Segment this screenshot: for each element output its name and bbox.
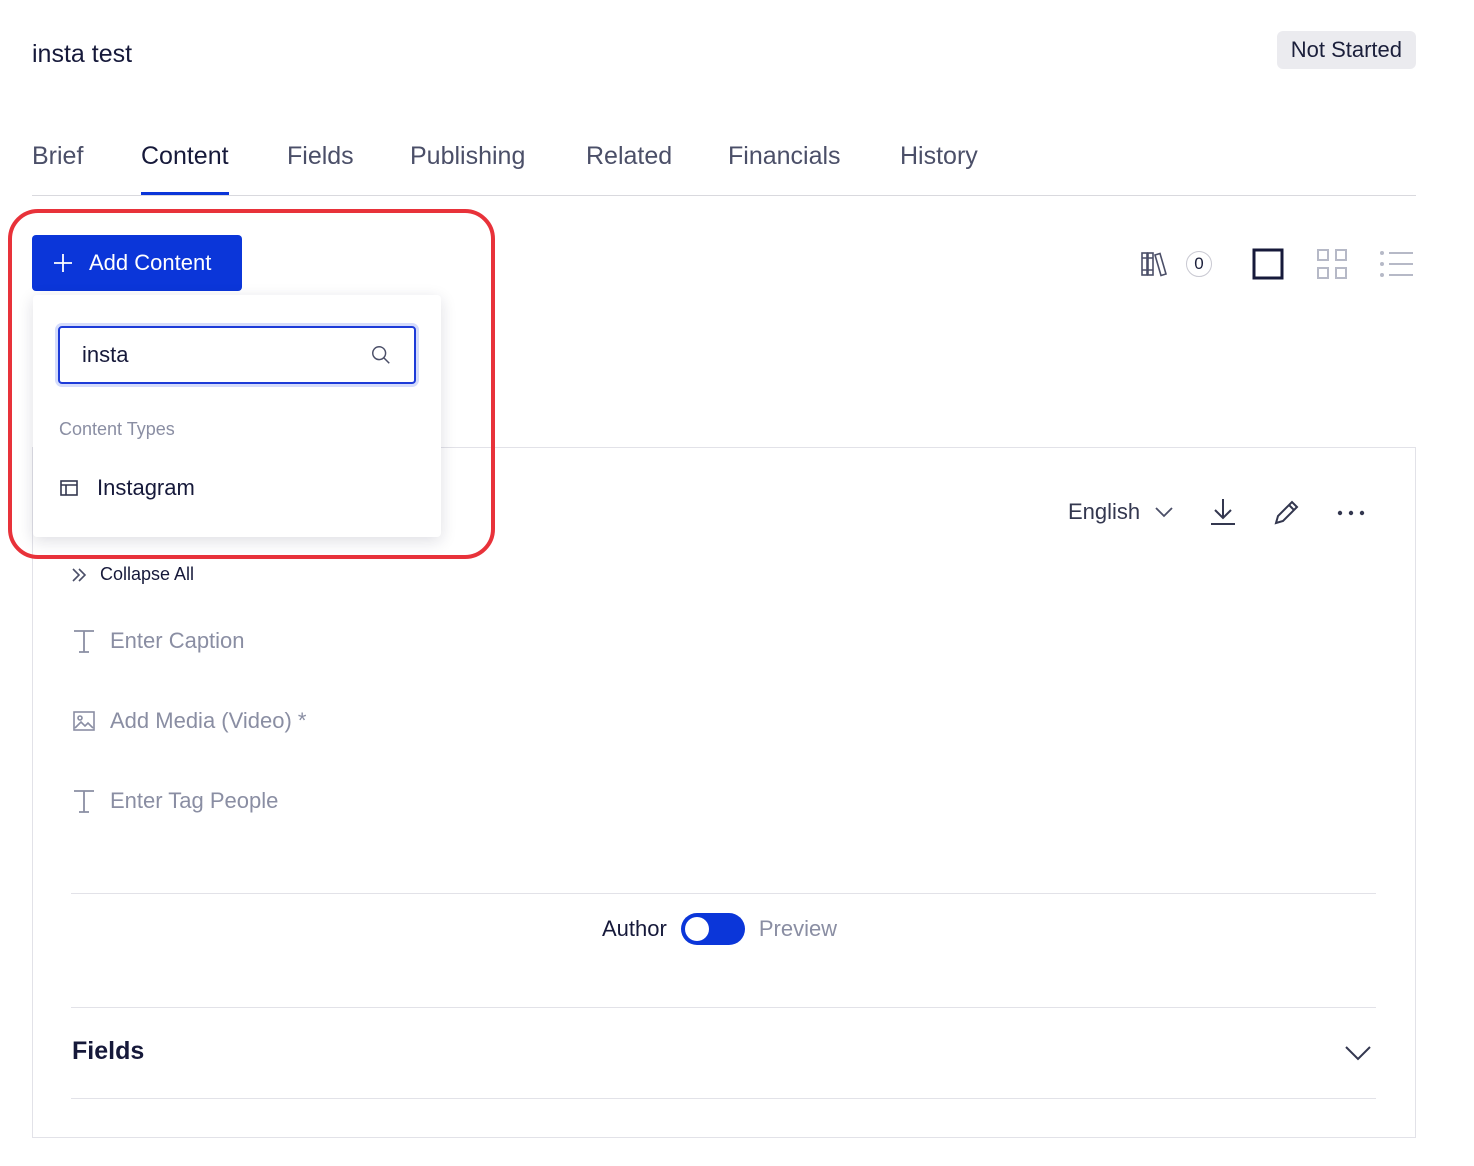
tab-history[interactable]: History	[900, 138, 978, 195]
search-icon	[372, 346, 390, 364]
edit-icon[interactable]	[1272, 497, 1302, 527]
divider	[71, 1098, 1376, 1099]
tab-brief[interactable]: Brief	[32, 138, 83, 195]
text-icon	[74, 790, 94, 813]
divider	[71, 893, 1376, 894]
search-input[interactable]	[82, 342, 370, 368]
caption-field[interactable]: Enter Caption	[72, 628, 245, 654]
divider	[71, 1007, 1376, 1008]
add-content-button[interactable]: Add Content	[32, 235, 242, 291]
author-preview-switch[interactable]	[680, 913, 745, 945]
media-field[interactable]: Add Media (Video) *	[72, 708, 307, 734]
preview-label: Preview	[758, 916, 838, 941]
dropdown-item-label: Instagram	[97, 475, 195, 500]
tab-content[interactable]: Content	[141, 138, 229, 195]
chevron-down-icon[interactable]	[1344, 1045, 1372, 1061]
list-view-icon[interactable]	[1378, 248, 1414, 280]
fields-section-title[interactable]: Fields	[72, 1037, 144, 1066]
tab-bar: Brief Content Fields Publishing Related …	[32, 138, 1416, 196]
media-field-label: Add Media (Video) *	[110, 708, 307, 733]
content-types-heading: Content Types	[59, 419, 175, 439]
add-content-label: Add Content	[89, 250, 212, 275]
library-icon[interactable]	[1140, 250, 1170, 278]
add-content-dropdown: Content Types Instagram	[33, 295, 441, 537]
caption-field-label: Enter Caption	[110, 628, 245, 653]
tab-financials[interactable]: Financials	[728, 138, 841, 195]
tag-people-field-label: Enter Tag People	[110, 788, 279, 813]
collapse-all-button[interactable]: Collapse All	[70, 564, 194, 585]
tab-publishing[interactable]: Publishing	[410, 138, 525, 195]
image-icon	[73, 711, 95, 731]
view-toolbar: 0	[1140, 245, 1420, 285]
content-type-search[interactable]	[58, 326, 416, 384]
single-view-icon[interactable]	[1252, 248, 1284, 280]
chevron-down-icon	[1155, 507, 1173, 518]
layout-icon	[60, 480, 78, 496]
grid-view-icon[interactable]	[1316, 248, 1348, 280]
page: insta test Not Started Brief Content Fie…	[0, 0, 1474, 1166]
library-count: 0	[1186, 251, 1212, 277]
author-label: Author	[602, 916, 667, 941]
tab-related[interactable]: Related	[586, 138, 672, 195]
collapse-all-label: Collapse All	[100, 564, 195, 584]
text-icon	[74, 630, 94, 653]
tag-people-field[interactable]: Enter Tag People	[72, 788, 278, 814]
dropdown-item-instagram[interactable]: Instagram	[59, 475, 195, 501]
switch-knob	[684, 917, 709, 941]
download-icon[interactable]	[1208, 497, 1238, 527]
page-title: insta test	[32, 40, 133, 68]
more-options-icon[interactable]	[1336, 503, 1366, 523]
language-select[interactable]: English	[1068, 499, 1174, 525]
plus-icon	[54, 254, 72, 272]
tab-fields[interactable]: Fields	[287, 138, 354, 195]
status-badge[interactable]: Not Started	[1276, 31, 1416, 69]
language-label: English	[1068, 499, 1141, 524]
double-chevron-icon	[72, 567, 87, 582]
author-preview-toggle-row: Author Preview	[602, 913, 837, 945]
